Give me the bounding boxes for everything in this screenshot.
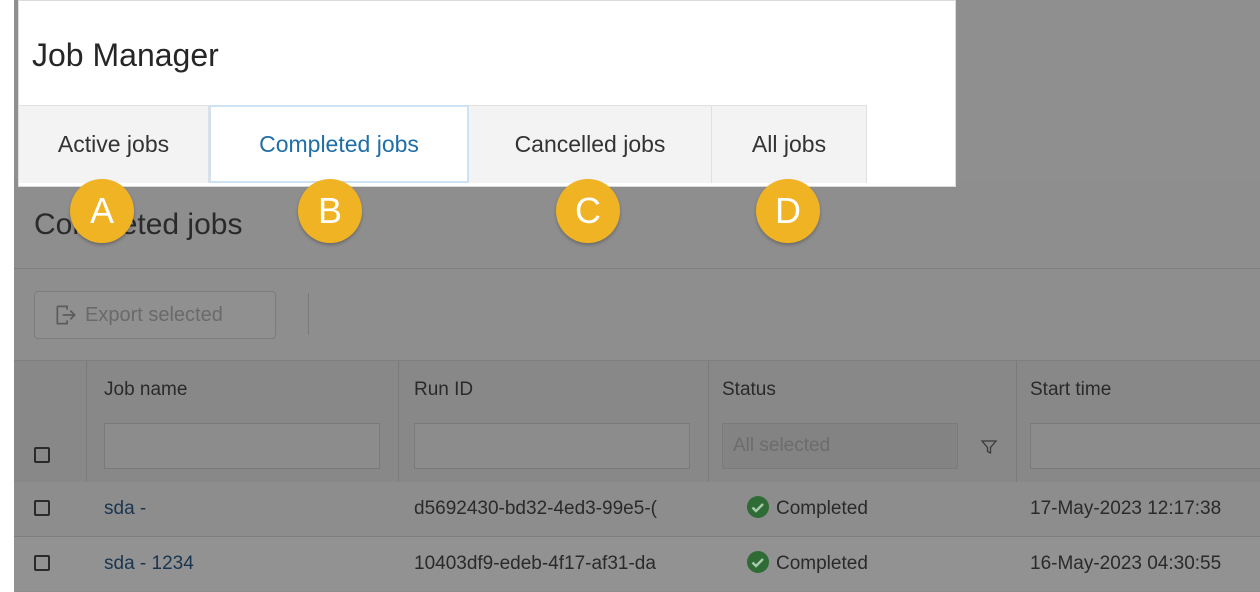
export-selected-button[interactable]: Export selected — [34, 291, 276, 339]
status-cell: Completed — [776, 498, 868, 519]
column-header-start-time[interactable]: Start time — [1030, 379, 1111, 401]
job-name-link[interactable]: sda - 1234 — [104, 553, 194, 575]
tab-bar: Active jobs Completed jobs Cancelled job… — [19, 105, 867, 183]
row-checkbox[interactable] — [34, 555, 50, 571]
tab-completed-jobs[interactable]: Completed jobs — [209, 105, 469, 183]
check-circle-icon — [747, 551, 769, 573]
callout-badge-c: C — [556, 179, 620, 243]
run-id-cell: d5692430-bd32-4ed3-99e5-( — [414, 498, 657, 519]
column-divider — [398, 361, 399, 482]
status-filter-select[interactable]: All selected — [722, 423, 958, 469]
column-header-job-name[interactable]: Job name — [104, 379, 187, 401]
column-header-status[interactable]: Status — [722, 379, 776, 401]
run-id-cell: 10403df9-edeb-4f17-af31-da — [414, 553, 656, 574]
job-manager-panel: Job Manager Active jobs Completed jobs C… — [18, 0, 956, 187]
start-time-cell: 17-May-2023 12:17:38 — [1030, 498, 1222, 519]
column-divider — [1016, 361, 1017, 482]
start-time-filter-input[interactable] — [1030, 423, 1260, 469]
callout-badge-a: A — [70, 179, 134, 243]
table-header: Job name Run ID Status All selected Star… — [14, 361, 1260, 482]
run-id-filter-input[interactable] — [414, 423, 690, 469]
divider — [14, 268, 1260, 269]
row-checkbox[interactable] — [34, 500, 50, 516]
callout-badge-b: B — [298, 179, 362, 243]
tab-all-jobs[interactable]: All jobs — [712, 105, 867, 183]
check-circle-icon — [747, 496, 769, 518]
status-filter-value: All selected — [733, 435, 831, 456]
column-header-run-id[interactable]: Run ID — [414, 379, 473, 401]
job-name-filter-input[interactable] — [104, 423, 380, 469]
app-title: Job Manager — [32, 37, 219, 73]
filter-icon[interactable] — [980, 438, 998, 456]
table-row[interactable]: sda - 1234 10403df9-edeb-4f17-af31-da Co… — [14, 537, 1260, 591]
callout-badge-d: D — [756, 179, 820, 243]
start-time-cell: 16-May-2023 04:30:55 — [1030, 553, 1222, 574]
export-selected-label: Export selected — [85, 303, 223, 326]
toolbar-divider — [308, 293, 309, 335]
table-row[interactable]: sda - d5692430-bd32-4ed3-99e5-( Complete… — [14, 482, 1260, 537]
column-divider — [708, 361, 709, 482]
export-icon — [56, 305, 76, 325]
tab-active-jobs[interactable]: Active jobs — [19, 105, 209, 183]
status-cell: Completed — [776, 553, 868, 574]
tab-cancelled-jobs[interactable]: Cancelled jobs — [469, 105, 712, 183]
select-all-checkbox[interactable] — [34, 447, 50, 463]
app-window: Completed jobs Export selected Job name … — [14, 0, 1260, 592]
page-title: Completed jobs — [34, 208, 243, 241]
job-name-link[interactable]: sda - — [104, 498, 146, 520]
column-divider — [86, 361, 87, 482]
